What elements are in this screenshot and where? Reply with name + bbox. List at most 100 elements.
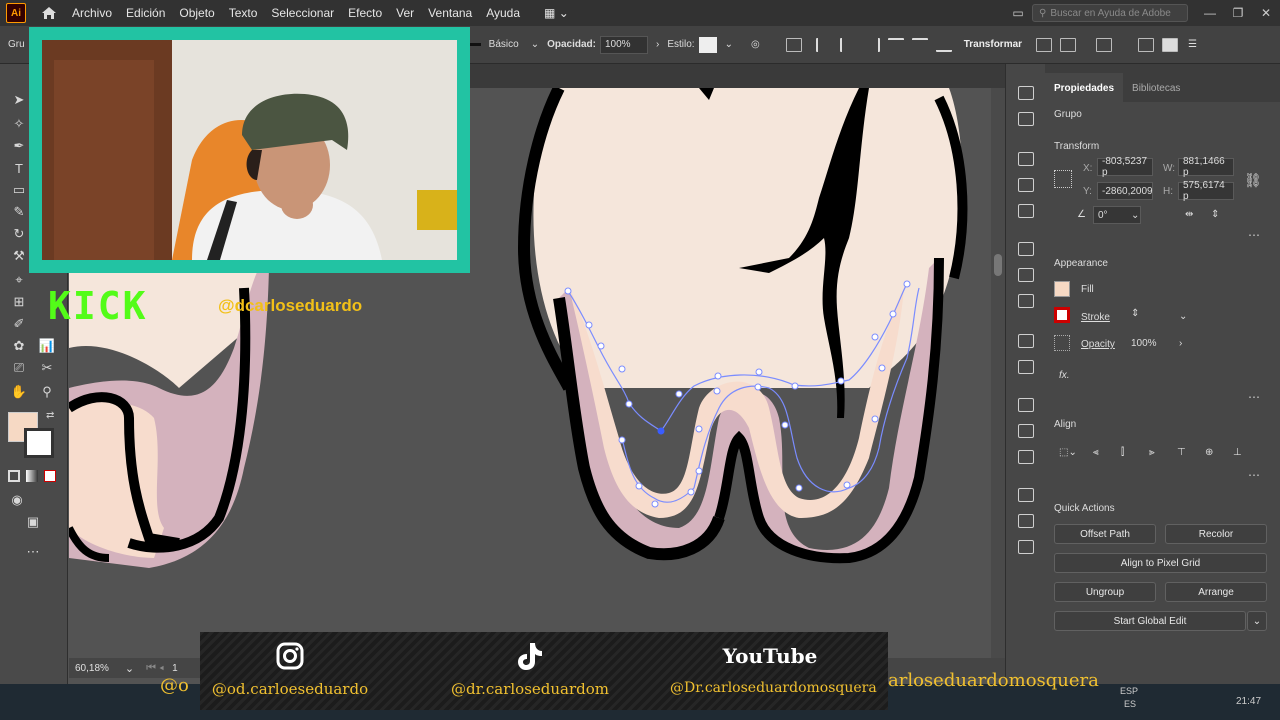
more-tools-icon[interactable]: ⋯: [24, 544, 42, 560]
color-panel-icon[interactable]: [1018, 86, 1034, 100]
brush-tool-icon[interactable]: ✎: [10, 204, 28, 220]
align-bottom-icon[interactable]: [935, 38, 952, 52]
recolor-icon[interactable]: ◎: [751, 39, 760, 50]
offset-path-button[interactable]: Offset Path: [1054, 524, 1156, 544]
align-to-icon[interactable]: [785, 37, 802, 52]
language-indicator[interactable]: ESP: [1120, 686, 1138, 696]
global-edit-button[interactable]: Start Global Edit: [1054, 611, 1246, 631]
link-proportions-icon[interactable]: ⛓: [1244, 172, 1262, 189]
ungroup-button[interactable]: Ungroup: [1054, 582, 1156, 602]
clock[interactable]: 21:47: [1236, 696, 1261, 707]
align-panel-icon[interactable]: [1018, 514, 1034, 528]
chevron-down-icon[interactable]: ⌄: [1179, 311, 1187, 322]
width-tool-icon[interactable]: ⚒: [10, 248, 28, 264]
workspace-switcher-icon[interactable]: ▦ ⌄: [544, 6, 569, 20]
more-options-icon[interactable]: ⋯: [1248, 390, 1261, 404]
opacity-value[interactable]: 100%: [1131, 338, 1157, 349]
vertical-scrollbar[interactable]: [991, 88, 1005, 658]
artboard-tool-icon[interactable]: ⎚: [10, 360, 28, 376]
chevron-down-icon[interactable]: ⌄: [125, 662, 134, 675]
menu-ventana[interactable]: Ventana: [428, 6, 472, 20]
stroke-swatch[interactable]: [24, 428, 54, 458]
shape-builder-icon[interactable]: ⌖: [10, 272, 28, 288]
zoom-tool-icon[interactable]: ⚲: [38, 384, 56, 400]
align-to-icon[interactable]: ⬚⌄: [1059, 447, 1077, 458]
align-left-icon[interactable]: [815, 37, 832, 52]
swatches-panel-icon[interactable]: [1018, 152, 1034, 166]
maximize-button[interactable]: ❐: [1224, 6, 1252, 20]
menu-icon[interactable]: ☰: [1188, 39, 1197, 50]
align-bottom-icon[interactable]: ⊥: [1233, 447, 1242, 458]
layers-panel-icon[interactable]: [1018, 398, 1034, 412]
flip-horizontal-icon[interactable]: ⇹: [1185, 209, 1193, 220]
stroke-weight-stepper[interactable]: ⇕: [1131, 308, 1139, 319]
rectangle-tool-icon[interactable]: ▭: [10, 182, 28, 198]
menu-archivo[interactable]: Archivo: [72, 6, 112, 20]
align-right-icon[interactable]: [864, 37, 880, 52]
brushes-panel-icon[interactable]: [1018, 178, 1034, 192]
transform-panel-icon[interactable]: [1018, 488, 1034, 502]
artboard-prev-icon[interactable]: ⏮ ◂: [146, 662, 164, 675]
home-icon[interactable]: [40, 5, 58, 21]
stroke-profile-select[interactable]: Básico: [485, 36, 523, 54]
chevron-down-icon[interactable]: ⌄: [1131, 210, 1139, 221]
more-options-icon[interactable]: ⋯: [1248, 468, 1261, 482]
menu-texto[interactable]: Texto: [229, 6, 258, 20]
global-edit-options-button[interactable]: ⌄: [1247, 611, 1267, 631]
align-top-icon[interactable]: [887, 37, 904, 52]
align-center-icon[interactable]: ⫿: [1121, 447, 1124, 458]
align-pixel-grid-button[interactable]: Align to Pixel Grid: [1054, 553, 1267, 573]
chevron-right-icon[interactable]: ›: [656, 39, 659, 50]
slice-tool-icon[interactable]: ✂: [38, 360, 56, 376]
style-swatch[interactable]: [698, 36, 717, 53]
swap-colors-icon[interactable]: ⇄: [46, 410, 54, 421]
more-options-icon[interactable]: ⋯: [1248, 228, 1261, 242]
draw-mode-icon[interactable]: ◉: [8, 492, 26, 508]
arrange-documents-icon[interactable]: ▭: [1004, 6, 1032, 20]
align-right-icon[interactable]: ⫸: [1149, 447, 1155, 458]
stroke-label[interactable]: Stroke: [1081, 312, 1110, 323]
menu-objeto[interactable]: Objeto: [179, 6, 214, 20]
hand-tool-icon[interactable]: ✋: [10, 384, 28, 400]
chevron-right-icon[interactable]: ›: [1179, 338, 1182, 349]
graphic-styles-icon[interactable]: [1018, 360, 1034, 374]
none-mode-icon[interactable]: [44, 470, 56, 482]
fill-swatch[interactable]: [1054, 281, 1070, 297]
menu-edicion[interactable]: Edición: [126, 6, 165, 20]
align-middle-icon[interactable]: [911, 37, 928, 52]
align-top-icon[interactable]: ⊤: [1177, 447, 1186, 458]
panel-options-icon[interactable]: [1162, 37, 1179, 52]
gradient-panel-icon[interactable]: [1018, 268, 1034, 282]
selection-tool-icon[interactable]: ➤: [10, 92, 28, 108]
opacity-label[interactable]: Opacity: [1081, 339, 1115, 350]
reference-point-icon[interactable]: [1054, 170, 1072, 188]
help-search-input[interactable]: ⚲ Buscar en Ayuda de Adobe: [1032, 4, 1188, 22]
scrollbar-thumb[interactable]: [994, 254, 1002, 276]
stroke-swatch[interactable]: [1054, 307, 1070, 323]
minimize-button[interactable]: —: [1196, 6, 1224, 20]
align-middle-icon[interactable]: ⊕: [1205, 447, 1213, 458]
x-input[interactable]: -803,5237 p: [1097, 156, 1153, 178]
chevron-down-icon[interactable]: ⌄: [531, 39, 539, 50]
isolate-icon[interactable]: [1036, 37, 1053, 52]
menu-seleccionar[interactable]: Seleccionar: [271, 6, 334, 20]
zoom-level[interactable]: 60,18%: [75, 663, 109, 674]
y-input[interactable]: -2860,2009: [1097, 182, 1153, 200]
flip-vertical-icon[interactable]: ⇕: [1211, 209, 1219, 220]
align-center-icon[interactable]: [839, 37, 856, 52]
transform-button[interactable]: Transformar: [964, 39, 1022, 50]
artboards-panel-icon[interactable]: [1018, 450, 1034, 464]
chart-tool-icon[interactable]: 📊: [38, 338, 56, 354]
tab-libraries[interactable]: Bibliotecas: [1123, 83, 1189, 102]
chevron-down-icon[interactable]: ⌄: [725, 39, 733, 50]
opacity-input[interactable]: 100%: [599, 35, 648, 54]
document-panel-icon[interactable]: [1018, 112, 1034, 126]
w-input[interactable]: 881,1466 p: [1178, 156, 1234, 178]
region-indicator[interactable]: ES: [1124, 699, 1136, 709]
h-input[interactable]: 575,6174 p: [1178, 180, 1234, 202]
appearance-panel-icon[interactable]: [1018, 334, 1034, 348]
color-mode-icon[interactable]: [8, 470, 20, 482]
transform-options-icon[interactable]: [1096, 37, 1113, 52]
export-icon[interactable]: [1018, 424, 1034, 438]
menu-efecto[interactable]: Efecto: [348, 6, 382, 20]
